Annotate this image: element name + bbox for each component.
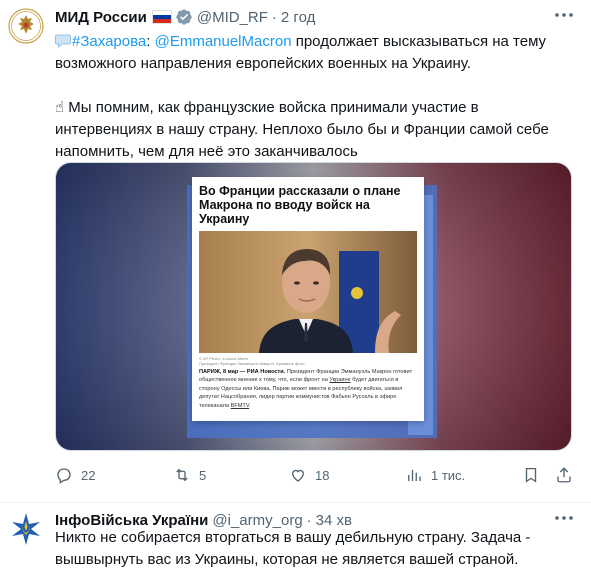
tweet-text: #Захарова: @EmmanuelMacron продолжает вы… (55, 31, 575, 163)
article-link-ukraine: Украине (329, 377, 351, 384)
reply-count: 22 (81, 467, 96, 483)
russia-flag-icon (151, 10, 172, 24)
tweet-header: МИД России @MID_RF · 2 год (55, 7, 315, 27)
tweet-text: Никто не собирается вторгаться в вашу де… (55, 527, 575, 571)
bookmark-icon[interactable] (522, 466, 540, 484)
photo-description: Президент Франции Эммануэль Макрон. Архи… (199, 361, 305, 366)
article-body-3: . (249, 402, 251, 409)
news-article-card: Во Франции рассказали о плане Макрона по… (192, 177, 424, 421)
like-count: 18 (315, 467, 330, 483)
avatar-mid-rf[interactable] (6, 6, 46, 46)
heart-icon (292, 469, 304, 482)
more-options-icon[interactable] (553, 8, 575, 22)
verified-badge-icon (176, 9, 192, 25)
views-button[interactable]: 1 тис. (405, 465, 465, 485)
tweet-time[interactable]: 34 хв (316, 512, 352, 529)
author-handle[interactable]: @MID_RF (197, 9, 268, 26)
article-body: ПАРИЖ, 8 мар — РИА Новости. Президент Фр… (199, 368, 417, 410)
repost-button[interactable]: 5 (173, 465, 206, 485)
author-handle[interactable]: @i_army_org (212, 512, 302, 529)
more-options-icon[interactable] (553, 511, 575, 525)
macron-photo-illustration (199, 231, 417, 353)
army-emblem-icon (6, 509, 46, 549)
share-icon[interactable] (555, 466, 573, 484)
avatar-infoarmy[interactable] (6, 509, 46, 549)
tweet-actions: 22 5 18 1 тис. (55, 465, 575, 485)
separator-dot: · (271, 8, 277, 26)
like-button[interactable]: 18 (289, 465, 329, 485)
article-title: Во Франции рассказали о плане Макрона по… (199, 184, 401, 226)
repost-icon (176, 468, 188, 482)
view-count: 1 тис. (431, 467, 466, 483)
coat-of-arms-icon (6, 6, 46, 46)
author-name[interactable]: МИД России (55, 9, 147, 26)
tweet-time[interactable]: 2 год (281, 9, 315, 26)
mention-link[interactable]: @EmmanuelMacron (155, 33, 292, 50)
tweet-infoarmy[interactable]: ІнфоВійська України @i_army_org · 34 хв … (0, 503, 591, 577)
tweet-text-line2: ☝ Мы помним, как французские войска прин… (55, 99, 554, 160)
article-lead: ПАРИЖ, 8 мар — РИА Новости. (199, 369, 286, 375)
separator-dot: · (306, 511, 312, 529)
reply-icon (57, 468, 71, 484)
views-chart-icon (408, 469, 421, 481)
tweet-mid-rf[interactable]: МИД России @MID_RF · 2 год #Захарова: @E… (0, 0, 591, 503)
hashtag-link[interactable]: #Захарова (72, 33, 146, 50)
article-photo (199, 231, 417, 353)
author-name[interactable]: ІнфоВійська України (55, 512, 208, 529)
speech-bubble-icon (55, 34, 71, 48)
reply-button[interactable]: 22 (55, 465, 95, 485)
photo-caption: © AP Photo / Ludovic Marin Президент Фра… (199, 356, 304, 366)
tweet-media-image[interactable]: Во Франции рассказали о плане Макрона по… (55, 162, 572, 451)
repost-count: 5 (199, 467, 207, 483)
article-link-bfmtv: BFMTV (230, 402, 250, 409)
tweet-text-body: Никто не собирается вторгаться в вашу де… (55, 529, 535, 568)
